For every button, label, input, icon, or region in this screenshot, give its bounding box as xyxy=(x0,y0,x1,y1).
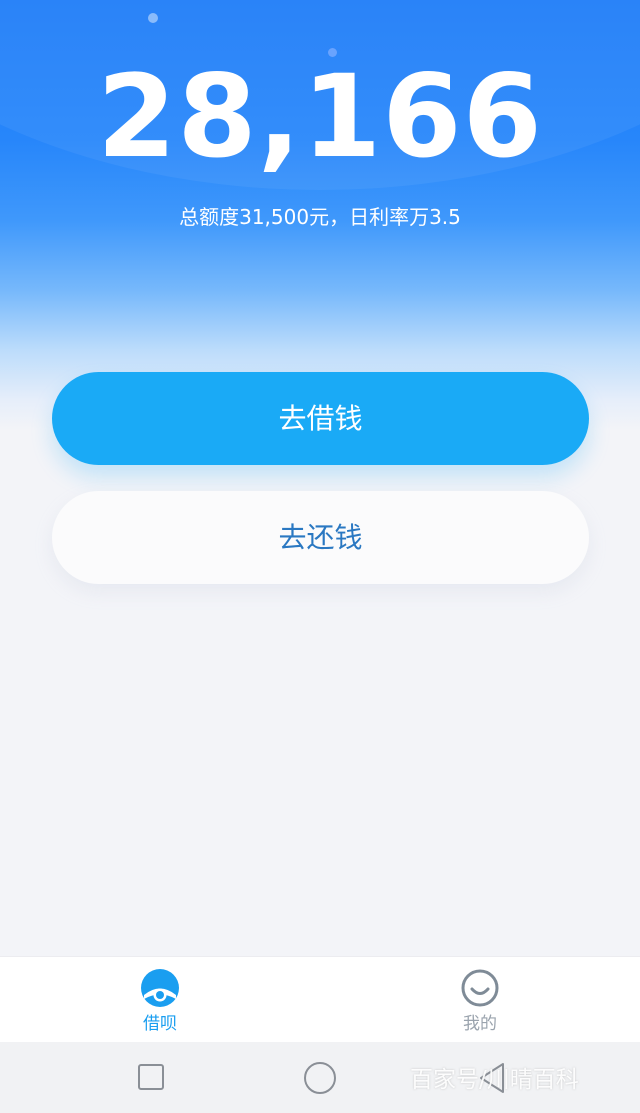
tab-mine[interactable]: 我的 xyxy=(400,957,560,1043)
decorative-dot xyxy=(148,13,158,23)
available-credit-amount: 28,166 xyxy=(97,50,543,183)
repay-button[interactable]: 去还钱 xyxy=(52,491,589,584)
tab-jiebei-label: 借呗 xyxy=(143,1014,177,1034)
tab-mine-label: 我的 xyxy=(463,1014,497,1034)
jiebei-logo-icon xyxy=(141,969,179,1007)
home-icon[interactable] xyxy=(300,1060,340,1096)
tab-jiebei[interactable]: 借呗 xyxy=(80,957,240,1043)
bottom-tab-bar: 借呗 我的 xyxy=(0,956,640,1043)
borrow-button[interactable]: 去借钱 xyxy=(52,372,589,465)
credit-summary: 总额度31,500元，日利率万3.5 xyxy=(179,205,461,229)
smiley-profile-icon xyxy=(461,969,499,1007)
recent-apps-icon[interactable] xyxy=(131,1060,171,1096)
watermark: 百家号/川晴百科 xyxy=(410,1067,579,1093)
